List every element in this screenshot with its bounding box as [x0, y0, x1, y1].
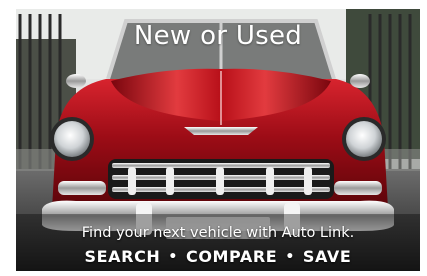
banner-tagline: Find your next vehicle with Auto Link. [81, 225, 355, 241]
compare-action[interactable]: COMPARE [186, 247, 277, 266]
promo-banner[interactable]: New or Used Find your next vehicle with … [16, 9, 420, 271]
banner-actions: SEARCH • COMPARE • SAVE [16, 247, 420, 266]
separator-dot: • [168, 248, 178, 265]
separator-dot: • [285, 248, 295, 265]
search-action[interactable]: SEARCH [85, 247, 161, 266]
banner-headline: New or Used [133, 21, 303, 51]
save-action[interactable]: SAVE [303, 247, 352, 266]
